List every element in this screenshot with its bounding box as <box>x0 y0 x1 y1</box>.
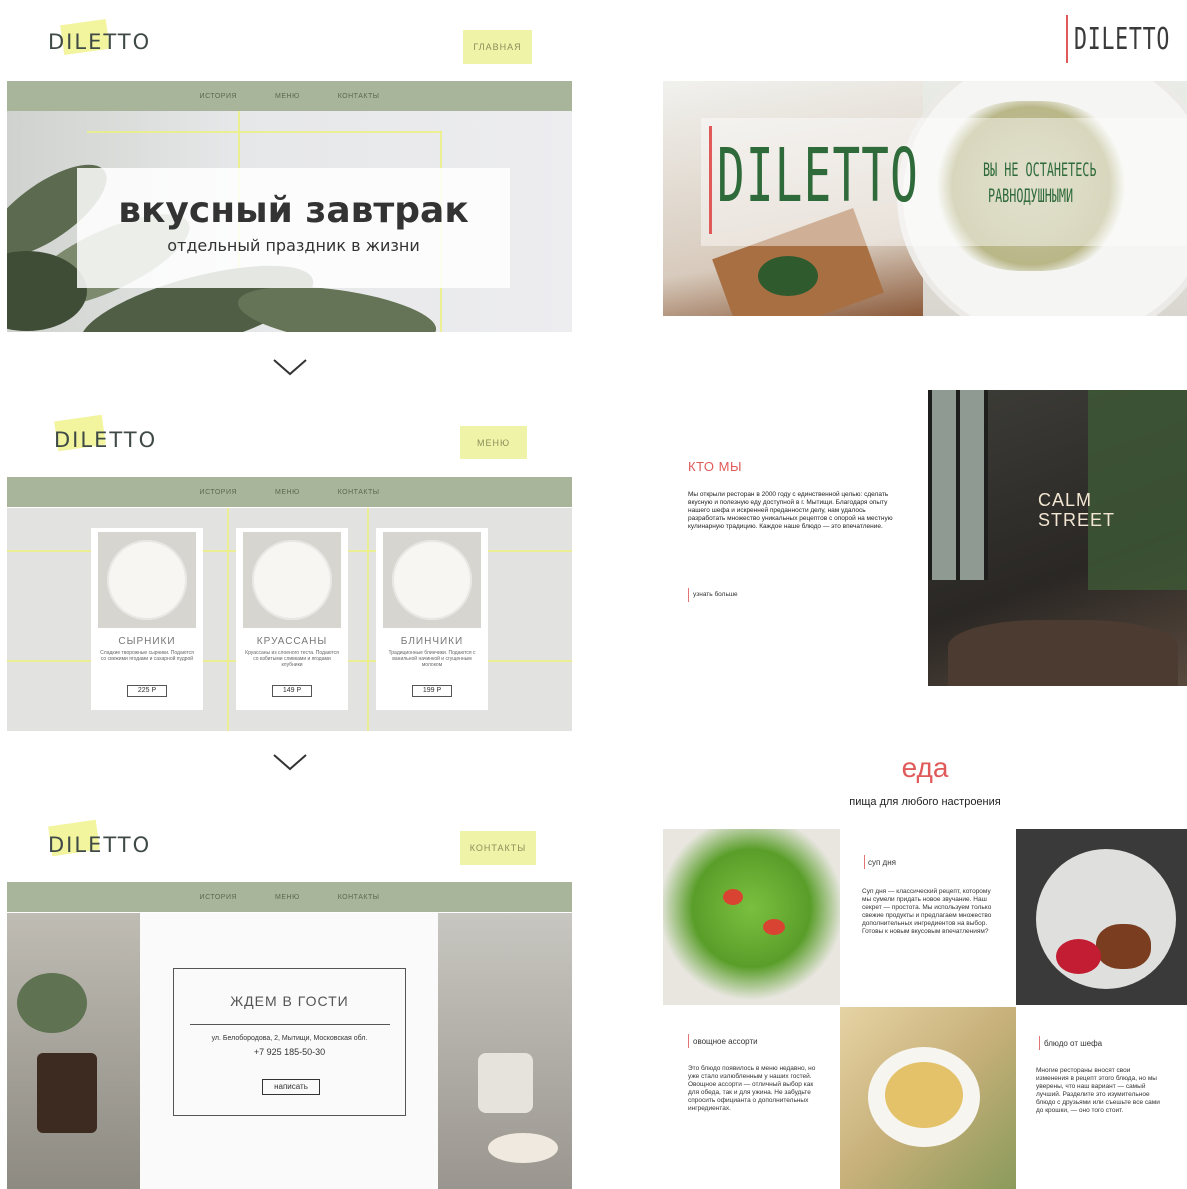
contacts-panel: ЖДЕМ В ГОСТИ ул. Белобородова, 2, Мытищи… <box>140 913 438 1189</box>
hero-subheadline: отдельный праздник в жизни <box>167 236 420 255</box>
soup-title: суп дня <box>868 858 896 867</box>
hero-tagline-1: ВЫ НЕ ОСТАНЕТЕСЬ <box>983 159 1097 181</box>
menu-card[interactable]: БЛИНЧИКИ Традиционные блинчики. Подаются… <box>376 528 488 710</box>
soup-image <box>840 1007 1016 1189</box>
hero-headline: вкусный завтрак <box>118 190 469 231</box>
about-text: Мы открыли ресторан в 2000 году с единст… <box>688 491 893 530</box>
write-button[interactable]: написать <box>262 1079 320 1095</box>
nav-contacts[interactable]: КОНТАКТЫ <box>338 489 380 496</box>
hero-pasta: DILETTO ВЫ НЕ ОСТАНЕТЕСЬ РАВНОДУШНЫМИ <box>663 81 1187 316</box>
nav-contacts[interactable]: КОНТАКТЫ <box>338 894 380 901</box>
learn-more-link[interactable]: узнать больше <box>693 591 738 598</box>
logo[interactable]: DILETTO <box>48 18 151 56</box>
hero-brand: DILETTO <box>717 133 920 219</box>
card-price[interactable]: 225 Р <box>127 685 167 697</box>
steak-image <box>1016 829 1187 1005</box>
nav-menu[interactable]: МЕНЮ <box>275 894 300 901</box>
card-description: Сладкие творожные сырники. Подаются со с… <box>100 650 194 662</box>
home-button[interactable]: ГЛАВНАЯ <box>463 30 532 64</box>
salad-image <box>663 829 840 1005</box>
nav-contacts[interactable]: КОНТАКТЫ <box>338 93 380 100</box>
cafe-interior-image: CALM STREET <box>928 390 1187 686</box>
hero-breakfast: вкусный завтрак отдельный праздник в жиз… <box>7 111 572 332</box>
logo[interactable]: DILETTO <box>48 819 151 857</box>
contacts-box: ЖДЕМ В ГОСТИ ул. Белобородова, 2, Мытищи… <box>173 968 406 1116</box>
nav-history[interactable]: ИСТОРИЯ <box>200 489 238 496</box>
chef-text: Многие рестораны вносят свои изменения в… <box>1036 1067 1160 1114</box>
menu-card[interactable]: КРУАССАНЫ Круассаны из слоеного теста. П… <box>236 528 348 710</box>
card-description: Традиционные блинчики. Подаются с ваниль… <box>388 650 476 668</box>
card-description: Круассаны из слоеного теста. Подаются со… <box>245 650 339 668</box>
card-title: БЛИНЧИКИ <box>400 636 464 647</box>
contacts-phone[interactable]: +7 925 185-50-30 <box>174 1047 405 1057</box>
food-image <box>243 532 341 628</box>
hero-tagline-2: РАВНОДУШНЫМИ <box>988 185 1074 207</box>
neon-sign: CALM STREET <box>1038 490 1116 530</box>
nav-menu[interactable]: МЕНЮ <box>275 489 300 496</box>
hero-overlay: вкусный завтрак отдельный праздник в жиз… <box>77 168 510 288</box>
nav-history[interactable]: ИСТОРИЯ <box>200 894 238 901</box>
card-title: СЫРНИКИ <box>118 636 176 647</box>
veg-text: Это блюдо появилось в меню недавно, но у… <box>688 1065 816 1112</box>
contacts-button[interactable]: КОНТАКТЫ <box>460 831 536 865</box>
logo[interactable]: DILETTO <box>1066 14 1187 64</box>
chef-title: блюдо от шефа <box>1044 1039 1103 1048</box>
card-price[interactable]: 199 Р <box>412 685 452 697</box>
contacts-heading: ЖДЕМ В ГОСТИ <box>230 993 349 1009</box>
about-title: КТО МЫ <box>688 459 742 474</box>
chevron-down-icon[interactable] <box>272 357 308 377</box>
nav-menu[interactable]: МЕНЮ <box>275 93 300 100</box>
nav-bar: ИСТОРИЯ МЕНЮ КОНТАКТЫ <box>7 882 572 912</box>
contacts-address: ул. Белобородова, 2, Мытищи, Московская … <box>211 1035 368 1042</box>
card-price[interactable]: 149 Р <box>272 685 312 697</box>
food-subtitle: пища для любого настроения <box>849 796 1001 808</box>
menu-section: СЫРНИКИ Сладкие творожные сырники. Подаю… <box>7 508 572 731</box>
veg-title: овощное ассорти <box>693 1037 758 1046</box>
menu-card[interactable]: СЫРНИКИ Сладкие творожные сырники. Подаю… <box>91 528 203 710</box>
menu-button[interactable]: МЕНЮ <box>460 426 527 459</box>
coffee-photo-left <box>7 913 140 1189</box>
coffee-photo-right <box>438 913 572 1189</box>
logo[interactable]: DILETTO <box>54 414 157 452</box>
food-image <box>383 532 481 628</box>
contacts-section: ЖДЕМ В ГОСТИ ул. Белобородова, 2, Мытищи… <box>7 913 572 1189</box>
nav-bar: ИСТОРИЯ МЕНЮ КОНТАКТЫ <box>7 477 572 507</box>
food-image <box>98 532 196 628</box>
soup-text: Суп дня — классический рецепт, которому … <box>862 888 992 935</box>
card-title: КРУАССАНЫ <box>256 636 328 647</box>
food-title: еда <box>901 752 949 783</box>
nav-history[interactable]: ИСТОРИЯ <box>200 93 238 100</box>
nav-bar: ИСТОРИЯ МЕНЮ КОНТАКТЫ <box>7 81 572 111</box>
